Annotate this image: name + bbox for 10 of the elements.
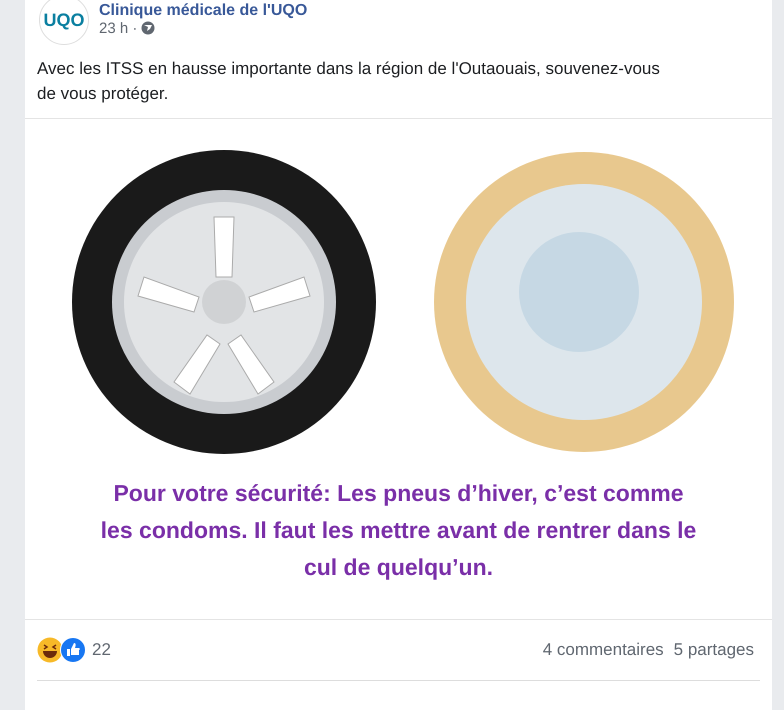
comments-link[interactable]: 4 commentaires [542,640,664,660]
reaction-count[interactable]: 22 [92,640,111,660]
post-time[interactable]: 23 h · [99,20,138,36]
like-reaction-icon[interactable] [60,637,86,663]
haha-reaction-icon[interactable] [37,637,63,663]
image-caption: Pour votre sécurité: Les pneus d’hiver, c’est comme les condoms. Il faut les mettre avant de rentrer dans le cul de quelqu’un. [100,479,698,582]
post-text: Avec les ITSS en hausse importante dans la région de l'Outaouais, souvenez-vous de vous protéger. [36,58,661,105]
page-name[interactable]: Clinique médicale de l'UQO [99,2,308,20]
page-logo[interactable]: UQO [39,0,89,45]
shares-link[interactable]: 5 partages [674,640,754,660]
